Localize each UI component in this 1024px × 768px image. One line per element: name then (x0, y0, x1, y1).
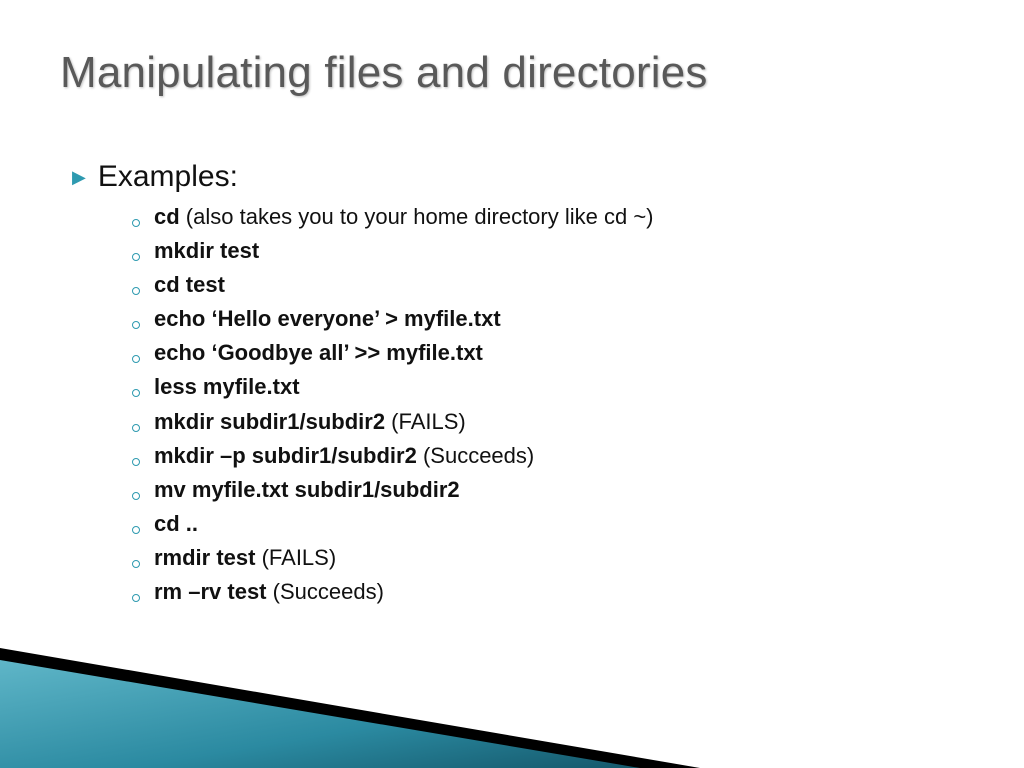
annotation-text: (FAILS) (385, 409, 466, 434)
ring-bullet-icon (132, 287, 140, 295)
annotation-text: (Succeeds) (267, 579, 384, 604)
bullet-examples: ▶ Examples: (72, 160, 952, 194)
command-text: mv myfile.txt subdir1/subdir2 (154, 477, 460, 502)
slide: Manipulating files and directories ▶ Exa… (0, 0, 1024, 768)
list-item: less myfile.txt (132, 370, 952, 404)
list-item: mkdir subdir1/subdir2 (FAILS) (132, 405, 952, 439)
command-text: rm –rv test (154, 579, 267, 604)
ring-bullet-icon (132, 253, 140, 261)
slide-content: ▶ Examples: cd (also takes you to your h… (72, 160, 952, 609)
ring-bullet-icon (132, 355, 140, 363)
list-item: cd test (132, 268, 952, 302)
decorative-bottom-triangle (0, 588, 1024, 768)
ring-bullet-icon (132, 526, 140, 534)
annotation-text: (Succeeds) (417, 443, 534, 468)
ring-bullet-icon (132, 389, 140, 397)
command-text: mkdir test (154, 238, 259, 263)
slide-title: Manipulating files and directories (60, 48, 708, 98)
examples-sublist: cd (also takes you to your home director… (132, 200, 952, 609)
triangle-bullet-icon: ▶ (72, 167, 86, 188)
list-item: echo ‘Goodbye all’ >> myfile.txt (132, 336, 952, 370)
command-text: rmdir test (154, 545, 255, 570)
annotation-text: (FAILS) (255, 545, 336, 570)
list-item: mv myfile.txt subdir1/subdir2 (132, 473, 952, 507)
list-item: cd (also takes you to your home director… (132, 200, 952, 234)
command-text: mkdir subdir1/subdir2 (154, 409, 385, 434)
ring-bullet-icon (132, 321, 140, 329)
list-item: mkdir –p subdir1/subdir2 (Succeeds) (132, 439, 952, 473)
ring-bullet-icon (132, 560, 140, 568)
annotation-text: (also takes you to your home directory l… (180, 204, 654, 229)
ring-bullet-icon (132, 594, 140, 602)
ring-bullet-icon (132, 424, 140, 432)
command-text: mkdir –p subdir1/subdir2 (154, 443, 417, 468)
list-item: rm –rv test (Succeeds) (132, 575, 952, 609)
bullet-examples-label: Examples: (98, 160, 238, 194)
command-text: echo ‘Hello everyone’ > myfile.txt (154, 306, 501, 331)
ring-bullet-icon (132, 492, 140, 500)
list-item: cd .. (132, 507, 952, 541)
list-item: rmdir test (FAILS) (132, 541, 952, 575)
command-text: echo ‘Goodbye all’ >> myfile.txt (154, 340, 483, 365)
list-item: echo ‘Hello everyone’ > myfile.txt (132, 302, 952, 336)
command-text: less myfile.txt (154, 374, 300, 399)
list-item: mkdir test (132, 234, 952, 268)
command-text: cd .. (154, 511, 198, 536)
command-text: cd test (154, 272, 225, 297)
ring-bullet-icon (132, 219, 140, 227)
ring-bullet-icon (132, 458, 140, 466)
command-text: cd (154, 204, 180, 229)
